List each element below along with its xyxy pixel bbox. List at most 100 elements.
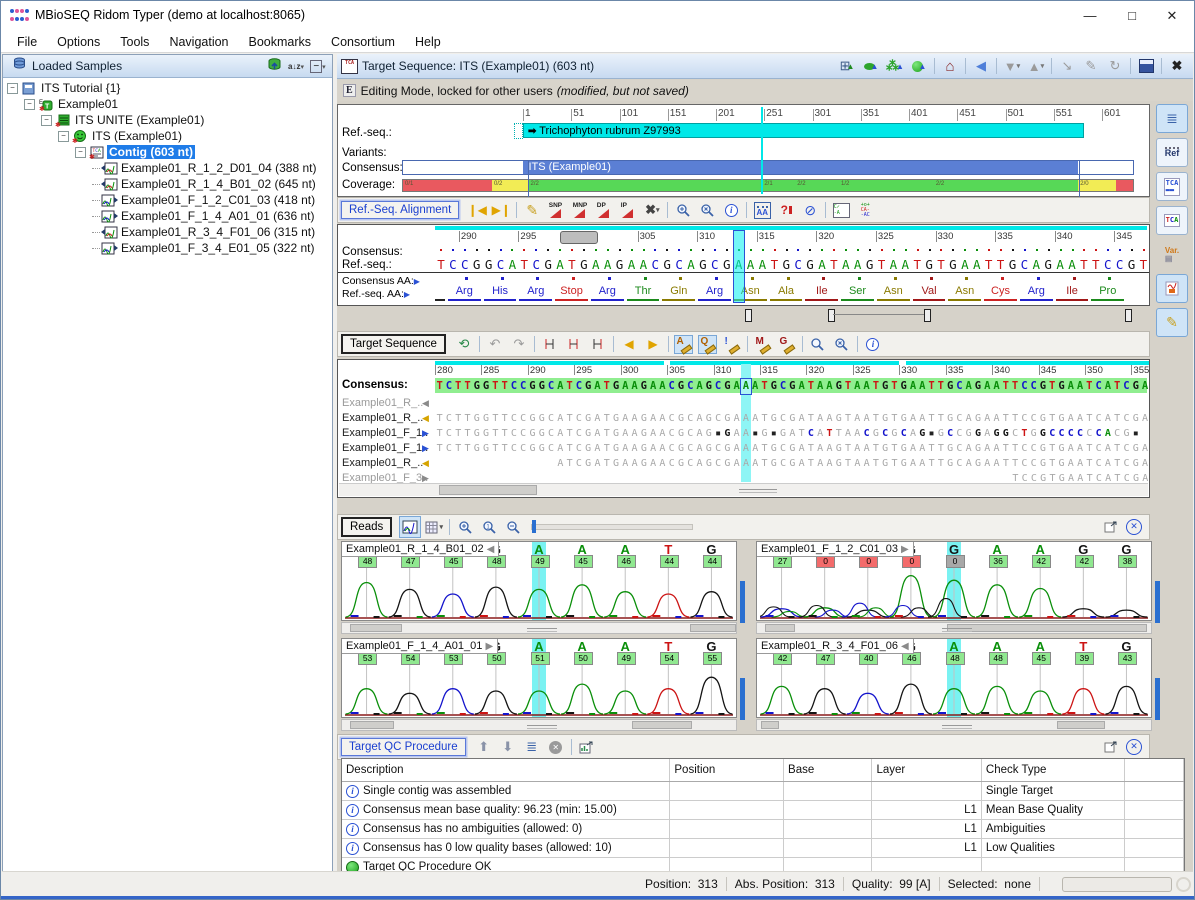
vertical-scrollbar-thumb[interactable]: [1155, 581, 1160, 623]
menu-item-tools[interactable]: Tools: [110, 33, 159, 51]
tree-item[interactable]: Example01_R_1_2_D01_04 (388 nt): [3, 160, 332, 176]
grid-menu-icon[interactable]: ▾: [423, 516, 445, 538]
zoom-in-icon[interactable]: [672, 199, 694, 221]
zoom-in-icon[interactable]: [454, 516, 476, 538]
scrollbar-thumb[interactable]: [632, 721, 692, 729]
read-row[interactable]: Example01_R_..◀ATCGATGAAGAACGCAGCGAAATGC…: [338, 457, 1149, 472]
qc-column-header[interactable]: Description: [342, 759, 670, 781]
tree-item-label[interactable]: Example01_F_3_4_E01_05 (322 nt): [119, 241, 316, 255]
edit-mark-icon[interactable]: !: [721, 333, 743, 355]
range-handle[interactable]: [828, 309, 835, 322]
ref-view-icon[interactable]: Ref: [1156, 138, 1188, 167]
export-table-icon[interactable]: ⊞▲: [836, 55, 858, 77]
range-handle[interactable]: [745, 309, 752, 322]
vertical-scrollbar-thumb[interactable]: [740, 581, 745, 623]
prev-icon[interactable]: ◀: [618, 333, 640, 355]
tree-item[interactable]: Example01_F_3_4_E01_05 (322 nt): [3, 240, 332, 256]
tree-item[interactable]: Example01_R_1_4_B01_02 (645 nt): [3, 176, 332, 192]
export-scheme-icon[interactable]: ⁂▲: [884, 55, 906, 77]
maximize-button[interactable]: □: [1112, 1, 1152, 31]
zoom-slider-thumb[interactable]: [532, 520, 536, 533]
qc-column-header[interactable]: [1125, 759, 1184, 781]
edit-m-icon[interactable]: M: [752, 333, 774, 355]
expander-icon[interactable]: −: [75, 147, 86, 158]
scrollbar-thumb[interactable]: [439, 485, 537, 495]
range-handle[interactable]: [1125, 309, 1132, 322]
move-up-icon[interactable]: ⬆: [473, 736, 495, 758]
previous-target-icon[interactable]: ▲▾: [1025, 55, 1047, 77]
scrollbar-thumb[interactable]: [350, 721, 394, 729]
overview-map[interactable]: Ref.-seq.:Variants:Consensus:Coverage:15…: [337, 104, 1150, 197]
trace-panel[interactable]: Example01_R_3_4_F01_06 ◀A42G47C40G46A48A…: [756, 638, 1152, 718]
read-row[interactable]: Example01_R_..◀TCTTGGTTCCGGCATCGATGAAGAA…: [338, 412, 1149, 427]
coverage-bar[interactable]: 0/10/22/22/02/12/21/22/2: [402, 179, 1134, 192]
scrollbar-thumb[interactable]: [761, 721, 779, 729]
refseq-overview-bar[interactable]: ➡ Trichophyton rubrum Z97993: [523, 123, 1084, 138]
qc-row[interactable]: iSingle contig was assembledSingle Targe…: [342, 782, 1184, 801]
complement-icon[interactable]: +o+CA--AC: [854, 199, 876, 221]
expander-icon[interactable]: −: [7, 83, 18, 94]
tree-item-label[interactable]: Example01_R_3_4_F01_06 (315 nt): [119, 225, 317, 239]
goto-icon[interactable]: ↘: [1056, 55, 1078, 77]
zoom-in-icon[interactable]: [807, 333, 829, 355]
expander-icon[interactable]: −: [58, 131, 69, 142]
aa-ruler-icon[interactable]: AA: [751, 199, 773, 221]
ip-icon[interactable]: IP: [617, 199, 639, 221]
clear-variants-icon[interactable]: ✖▾: [641, 199, 663, 221]
trace-scrollbar[interactable]: [756, 622, 1152, 634]
menu-item-consortium[interactable]: Consortium: [321, 33, 405, 51]
trim-right-icon[interactable]: [587, 333, 609, 355]
back-icon[interactable]: ◀: [970, 55, 992, 77]
prev-variant-icon[interactable]: ❙◀: [466, 199, 488, 221]
import-database-icon[interactable]: [264, 57, 284, 75]
export-sample-icon[interactable]: ▲: [860, 55, 882, 77]
tree-item-label[interactable]: Example01_F_1_4_A01_01 (636 nt): [119, 209, 316, 223]
tree-item-label[interactable]: Example01_R_1_2_D01_04 (388 nt): [119, 161, 318, 175]
tree-item-label[interactable]: Example01: [56, 97, 120, 111]
ref-alignment-view[interactable]: Consensus:Ref.-seq.:Consensus AA:▶Ref.-s…: [337, 224, 1150, 306]
next-variant-icon[interactable]: ▶❙: [490, 199, 512, 221]
horizontal-scrollbar[interactable]: [339, 483, 1148, 496]
zoom-reset-icon[interactable]: [696, 199, 718, 221]
export-icon[interactable]: [576, 736, 598, 758]
scrollbar-thumb[interactable]: [947, 624, 1147, 632]
tree-item[interactable]: −ITS Tutorial {1}: [3, 80, 332, 96]
close-icon[interactable]: ✕: [1123, 736, 1145, 758]
edit-a-icon[interactable]: A: [673, 333, 695, 355]
ruler-slider[interactable]: [560, 231, 598, 244]
ref-seq-alignment-button[interactable]: Ref.-Seq. Alignment: [341, 201, 459, 219]
range-handle[interactable]: [924, 309, 931, 322]
trace-scrollbar[interactable]: [341, 719, 737, 731]
menu-item-help[interactable]: Help: [405, 33, 451, 51]
zoom-100-icon[interactable]: 1: [478, 516, 500, 538]
sort-az-icon[interactable]: a↓z▾: [286, 57, 306, 75]
tree-item-label[interactable]: ITS UNITE (Example01): [73, 113, 206, 127]
next-icon[interactable]: ▶: [642, 333, 664, 355]
close-icon[interactable]: ✕: [1123, 516, 1145, 538]
minimize-button[interactable]: —: [1070, 1, 1110, 31]
tree-item[interactable]: Example01_R_3_4_F01_06 (315 nt): [3, 224, 332, 240]
info-icon[interactable]: i: [862, 333, 884, 355]
codon-check-icon[interactable]: C✓-A: [830, 199, 852, 221]
qc-row[interactable]: iConsensus has no ambiguities (allowed: …: [342, 820, 1184, 839]
zoom-slider[interactable]: [531, 524, 693, 530]
variants-view-icon[interactable]: Var.▤: [1156, 240, 1188, 269]
qc-column-header[interactable]: Position: [670, 759, 784, 781]
tree-item-label[interactable]: Contig (603 nt): [107, 145, 195, 159]
next-target-icon[interactable]: ▼▾: [1001, 55, 1023, 77]
close-icon[interactable]: ✖: [1166, 55, 1188, 77]
export-target-icon[interactable]: ▲: [908, 55, 930, 77]
tree-item[interactable]: Example01_F_1_4_A01_01 (636 nt): [3, 208, 332, 224]
scrollbar-thumb[interactable]: [690, 624, 736, 632]
undo-icon[interactable]: ↶: [484, 333, 506, 355]
tree-item[interactable]: −ET✱Example01: [3, 96, 332, 112]
sync-icon[interactable]: ⟲: [453, 333, 475, 355]
redo-icon[interactable]: ↷: [508, 333, 530, 355]
menu-item-options[interactable]: Options: [47, 33, 110, 51]
home-icon[interactable]: ⌂: [939, 55, 961, 77]
target-sequence-view[interactable]: 2802852902953003053103153203253303353403…: [337, 359, 1150, 498]
editor-view-icon[interactable]: ✎: [1156, 308, 1188, 337]
mnp-icon[interactable]: MNP: [569, 199, 591, 221]
refresh-icon[interactable]: ↻: [1104, 55, 1126, 77]
reads-button[interactable]: Reads: [341, 517, 392, 537]
